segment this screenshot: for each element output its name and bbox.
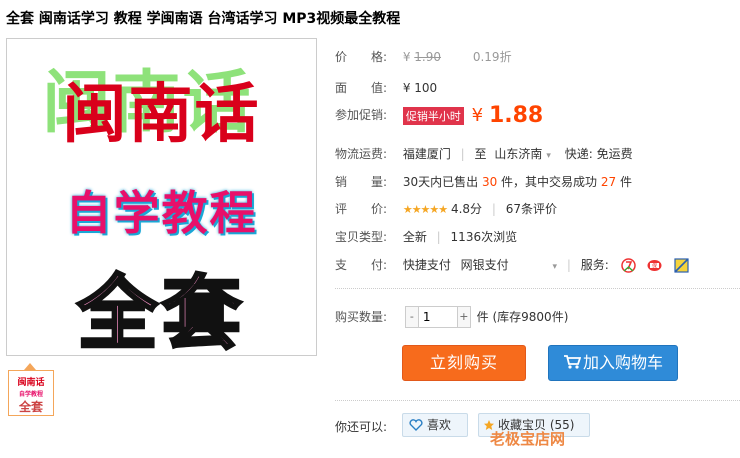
section-divider xyxy=(335,288,740,289)
separator: | xyxy=(566,258,571,272)
promo-currency: ¥ xyxy=(471,105,484,126)
image-text-title: 闽南话 xyxy=(62,77,261,152)
image-text-complete: 全套 xyxy=(76,265,246,356)
price-label: 价 格: xyxy=(335,50,388,64)
like-label: 喜欢 xyxy=(427,418,452,432)
seven-day-return-icon[interactable] xyxy=(620,258,636,273)
shipping-fee: 快递: 免运费 xyxy=(564,147,633,161)
thumbnail-image[interactable]: 闽南话 自学教程 全套 xyxy=(8,370,54,416)
image-text-subtitle: 自学教程 xyxy=(65,186,258,240)
price-currency: ¥ xyxy=(402,50,411,64)
guarantee-icon[interactable]: 保 xyxy=(647,258,662,273)
chevron-down-icon[interactable]: ▾ xyxy=(553,262,558,272)
separator: | xyxy=(436,230,441,244)
section-divider xyxy=(335,400,740,401)
face-value-label: 面 值: xyxy=(335,81,388,95)
thumb-text-3: 全套 xyxy=(18,400,43,414)
buy-now-button[interactable]: 立刻购买 xyxy=(402,345,526,381)
product-title: 全套 闽南话学习 教程 学闽南语 台湾话学习 MP3视频最全教程 xyxy=(6,11,401,27)
ship-from: 福建厦门 xyxy=(402,147,451,161)
face-value: ¥ 100 xyxy=(402,81,438,95)
like-button[interactable]: 喜欢 xyxy=(402,413,468,437)
service-label: 服务: xyxy=(580,258,609,272)
ship-to-selector[interactable]: 山东济南 xyxy=(494,147,542,161)
sales-count: 30 xyxy=(481,175,498,189)
promo-price: 1.88 xyxy=(488,103,544,128)
type-label: 宝贝类型: xyxy=(335,230,388,244)
sales-prefix: 30天内已售出 xyxy=(402,175,479,189)
ship-to-prefix: 至 xyxy=(474,147,487,161)
rating-label: 评 价: xyxy=(335,202,388,216)
item-condition: 全新 xyxy=(402,230,427,244)
view-count: 1136次浏览 xyxy=(450,230,518,244)
payment-quick: 快捷支付 xyxy=(402,258,451,272)
rating-row: 评 价: ★★★★★ 4.8分 | 67条评价 xyxy=(335,200,557,217)
type-row: 宝贝类型: 全新 | 1136次浏览 xyxy=(335,228,517,245)
quantity-label: 购买数量: xyxy=(335,309,388,324)
rating-score: 4.8分 xyxy=(450,202,483,216)
shipping-row: 物流运费: 福建厦门 | 至 山东济南 ▾ 快递: 免运费 xyxy=(335,145,633,162)
sales-suffix: 件 xyxy=(620,175,633,189)
quantity-decrease-button[interactable]: - xyxy=(406,307,418,327)
rating-count-link[interactable]: 67条评价 xyxy=(506,202,557,216)
sales-label: 销 量: xyxy=(335,175,388,189)
star-rating-icon: ★★★★★ xyxy=(402,203,448,216)
payment-label: 支 付: xyxy=(335,258,388,272)
stock-info: 件 (库存9800件) xyxy=(476,309,569,324)
shipping-label: 物流运费: xyxy=(335,147,388,161)
chevron-down-icon[interactable]: ▾ xyxy=(546,151,551,161)
quantity-input[interactable] xyxy=(417,307,458,327)
face-value-row: 面 值: ¥ 100 xyxy=(335,79,437,96)
heart-icon xyxy=(409,419,423,431)
payment-row: 支 付: 快捷支付 网银支付 ▾ | 服务: 保 xyxy=(335,256,689,273)
svg-text:保: 保 xyxy=(652,263,657,270)
store-name-partial: 老极宝店网 xyxy=(490,430,566,448)
sales-success-count: 27 xyxy=(600,175,617,189)
original-price: 1.90 xyxy=(414,50,442,64)
add-to-cart-button[interactable]: 加入购物车 xyxy=(548,345,678,381)
quantity-stepper: - + xyxy=(404,306,471,328)
promo-label: 参加促销: xyxy=(335,108,388,122)
promo-tag: 促销半小时 xyxy=(402,106,464,125)
cart-icon xyxy=(563,355,582,369)
quantity-increase-button[interactable]: + xyxy=(458,307,470,327)
sales-row: 销 量: 30天内已售出 30 件，其中交易成功 27 件 xyxy=(335,173,632,190)
sales-mid: 件，其中交易成功 xyxy=(501,175,598,189)
price-row: 价 格: ¥ 1.90 0.19折 xyxy=(335,48,512,65)
quantity-row: 购买数量: - + 件 (库存9800件) xyxy=(335,306,568,328)
add-to-cart-label: 加入购物车 xyxy=(582,353,663,372)
social-label: 你还可以: xyxy=(335,420,388,434)
thumbnail-selected-arrow xyxy=(24,363,36,370)
thumb-text-1: 闽南话 xyxy=(17,378,45,388)
separator: | xyxy=(491,202,496,216)
discount-rate: 0.19折 xyxy=(472,50,512,64)
payment-bank: 网银支付 xyxy=(460,258,509,272)
credit-card-icon[interactable] xyxy=(674,258,689,273)
separator: | xyxy=(460,147,465,161)
promo-row: 参加促销: 促销半小时 ¥ 1.88 xyxy=(335,103,543,128)
thumb-text-2: 自学教程 xyxy=(18,391,43,398)
main-product-image[interactable]: 闽南话 闽南话 自学教程 全套 xyxy=(6,38,317,356)
